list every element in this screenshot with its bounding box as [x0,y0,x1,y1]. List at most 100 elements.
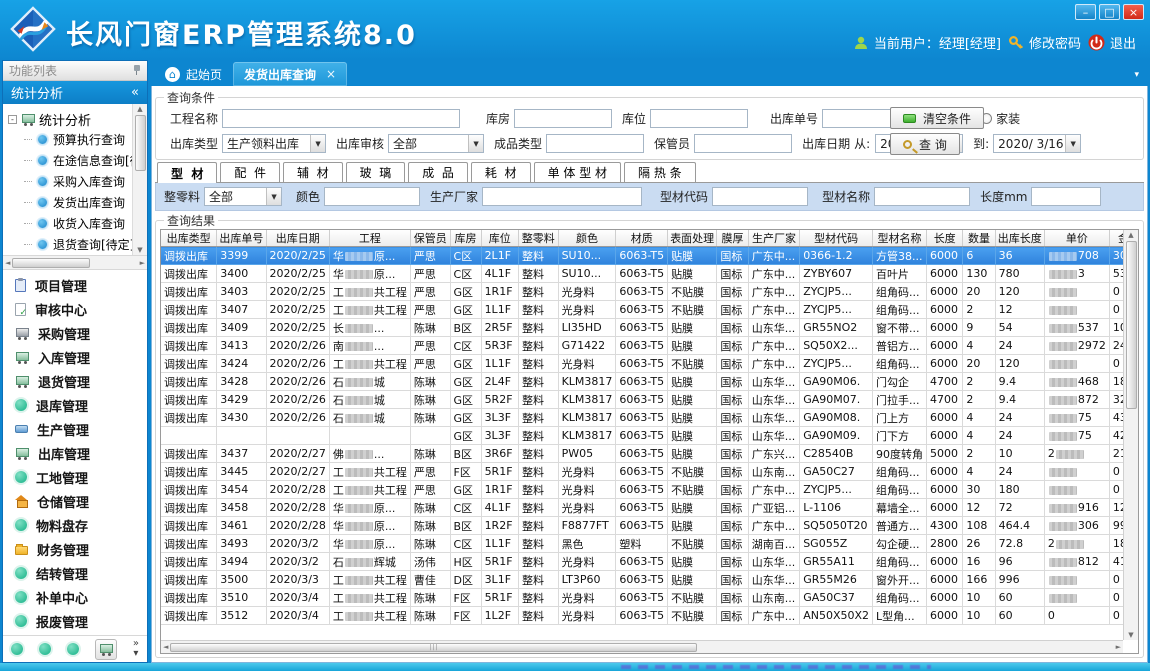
column-header[interactable]: 保管员 [410,230,450,247]
keeper-input[interactable] [694,134,792,153]
search-button[interactable]: 查 询 [890,133,960,155]
tab-shipment-outbound-query[interactable]: 发货出库查询 × [233,62,347,86]
scroll-down-icon[interactable]: ▼ [1128,631,1133,639]
scroll-down-icon[interactable]: ▼ [137,246,142,254]
scroll-right-icon[interactable]: ► [140,259,145,267]
sidebar-item-采购管理[interactable]: 采购管理 [3,321,147,345]
tree-root-statistics[interactable]: - 统计分析 [8,109,132,129]
dropdown-arrow-icon[interactable]: ▼ [1065,135,1080,152]
sidebar-section-bar[interactable]: 统计分析 « [3,81,147,104]
table-horizontal-scrollbar[interactable]: ◄ ||| ► [161,640,1123,653]
column-header[interactable]: 膜厚 [717,230,748,247]
material-tab[interactable]: 辅 材 [283,162,343,182]
table-row[interactable]: 调拨出库34582020/2/28华原...陈琳C区4L1F整料光身料6063-… [161,499,1138,517]
table-row[interactable]: 调拨出库34302020/2/26石城陈琳G区3L3F整料KLM38176063… [161,409,1138,427]
clear-conditions-button[interactable]: 清空条件 [890,107,984,129]
material-tab[interactable]: 隔 热 条 [624,162,696,182]
audit-select[interactable]: 全部▼ [388,134,484,153]
sidebar-item-仓储管理[interactable]: 仓储管理 [3,489,147,513]
length-input[interactable] [1031,187,1101,206]
scroll-up-icon[interactable]: ▲ [137,105,142,113]
expander-icon[interactable]: - [8,115,17,124]
collapse-icon[interactable]: « [131,85,139,100]
logout-button[interactable]: 退出 [1088,33,1136,52]
column-header[interactable]: 出库类型 [161,230,217,247]
tab-home[interactable]: ⌂ 起始页 [154,62,233,86]
sidebar-item-工地管理[interactable]: 工地管理 [3,465,147,489]
column-header[interactable]: 整零料 [518,230,558,247]
material-tab[interactable]: 配 件 [220,162,280,182]
table-row[interactable]: 调拨出库34932020/3/2华原...陈琳C区1L1F整料黑色塑料不贴膜国标… [161,535,1138,553]
table-row[interactable]: 调拨出库34372020/2/27佛...陈琳B区3R6F整料PW056063-… [161,445,1138,463]
tab-overflow-icon[interactable]: ▾ [1134,70,1139,80]
out-type-select[interactable]: 生产领料出库▼ [222,134,326,153]
color-input[interactable] [324,187,420,206]
table-row[interactable]: 调拨出库34132020/2/26南...严思C区5R3F整料G71422606… [161,337,1138,355]
scrollbar-thumb[interactable]: ||| [170,643,697,652]
table-row[interactable]: 调拨出库34092020/2/25长...陈琳B区2R5F整料LI35HD606… [161,319,1138,337]
sidebar-item-出库管理[interactable]: 出库管理 [3,441,147,465]
dropdown-arrow-icon[interactable]: ▼ [266,188,281,205]
column-header[interactable]: 型材代码 [800,230,873,247]
table-row[interactable]: 调拨出库34452020/2/27工共工程严思F区5R1F整料光身料6063-T… [161,463,1138,481]
more-options-button[interactable]: » ▾ [133,639,139,659]
factory-input[interactable] [482,187,642,206]
sidebar-item-报废管理[interactable]: 报废管理 [3,609,147,633]
profile-name-input[interactable] [874,187,970,206]
table-row[interactable]: 调拨出库34002020/2/25华原...严思C区4L1F整料SU10...6… [161,265,1138,283]
sidebar-item-退库管理[interactable]: 退库管理 [3,393,147,417]
sidebar-item-结转管理[interactable]: 结转管理 [3,561,147,585]
scroll-right-icon[interactable]: ► [1116,643,1121,651]
sidebar-item-审核中心[interactable]: 审核中心 [3,297,147,321]
column-header[interactable]: 表面处理 [668,230,717,247]
material-tab[interactable]: 型 材 [157,162,217,184]
material-tab[interactable]: 成 品 [408,162,468,182]
radio-jiazhuang[interactable]: 家装 [981,110,1020,127]
dropdown-arrow-icon[interactable]: ▼ [468,135,483,152]
column-header[interactable]: 生产厂家 [748,230,799,247]
location-input[interactable] [650,109,748,128]
scrollbar-thumb[interactable] [135,115,146,171]
scroll-left-icon[interactable]: ◄ [5,259,10,267]
date-to-picker[interactable]: 2020/ 3/16▼ [993,134,1081,153]
scroll-up-icon[interactable]: ▲ [1128,231,1133,239]
column-header[interactable]: 长度 [927,230,963,247]
tree-item[interactable]: 在途信息查询[待 [8,150,132,171]
change-password-button[interactable]: 修改密码 [1008,33,1081,52]
column-header[interactable]: 库房 [450,230,481,247]
table-row[interactable]: 调拨出库34242020/2/26工共工程严思G区1L1F整料光身料6063-T… [161,355,1138,373]
module-dot-icon[interactable] [39,643,51,655]
cart-module-button[interactable] [95,639,117,660]
column-header[interactable]: 工程 [329,230,410,247]
close-button[interactable]: × [1123,4,1144,20]
column-header[interactable]: 库位 [481,230,518,247]
tree-horizontal-scrollbar[interactable]: ◄ ► [3,256,147,270]
table-row[interactable]: 调拨出库34942020/3/2石辉城汤伟H区5R1F整料光身料6063-T5贴… [161,553,1138,571]
tree-item[interactable]: 退货查询[待定] [8,234,132,255]
tree-item[interactable]: 预算执行查询 [8,129,132,150]
table-row[interactable]: 调拨出库34542020/2/28工共工程严思G区1R1F整料光身料6063-T… [161,481,1138,499]
scroll-left-icon[interactable]: ◄ [163,643,168,651]
sidebar-item-补单中心[interactable]: 补单中心 [3,585,147,609]
module-dot-icon[interactable] [11,643,23,655]
sidebar-item-项目管理[interactable]: 项目管理 [3,273,147,297]
scrollbar-thumb[interactable] [1126,241,1137,409]
tab-close-icon[interactable]: × [326,67,336,81]
project-name-input[interactable] [222,109,460,128]
material-tab[interactable]: 耗 材 [471,162,531,182]
sidebar-item-生产管理[interactable]: 生产管理 [3,417,147,441]
table-vertical-scrollbar[interactable]: ▲ ▼ [1123,230,1138,640]
scrollbar-thumb[interactable] [12,258,90,268]
table-row[interactable]: 调拨出库33992020/2/25华原...严思C区2L1F整料SU10...6… [161,247,1138,265]
tree-item[interactable]: 收货入库查询 [8,213,132,234]
material-tab[interactable]: 玻 璃 [346,162,406,182]
table-row[interactable]: 调拨出库34032020/2/25工共工程严思G区1R1F整料光身料6063-T… [161,283,1138,301]
column-header[interactable]: 出库日期 [266,230,329,247]
table-row[interactable]: 调拨出库35002020/3/3工共工程曹佳D区3L1F整料LT3P606063… [161,571,1138,589]
minimize-button[interactable]: – [1075,4,1096,20]
tree-vertical-scrollbar[interactable]: ▲ ▼ [132,104,147,255]
dropdown-arrow-icon[interactable]: ▼ [310,135,325,152]
sidebar-item-物料盘存[interactable]: 物料盘存 [3,513,147,537]
column-header[interactable]: 单价 [1044,230,1109,247]
sidebar-item-退货管理[interactable]: 退货管理 [3,369,147,393]
